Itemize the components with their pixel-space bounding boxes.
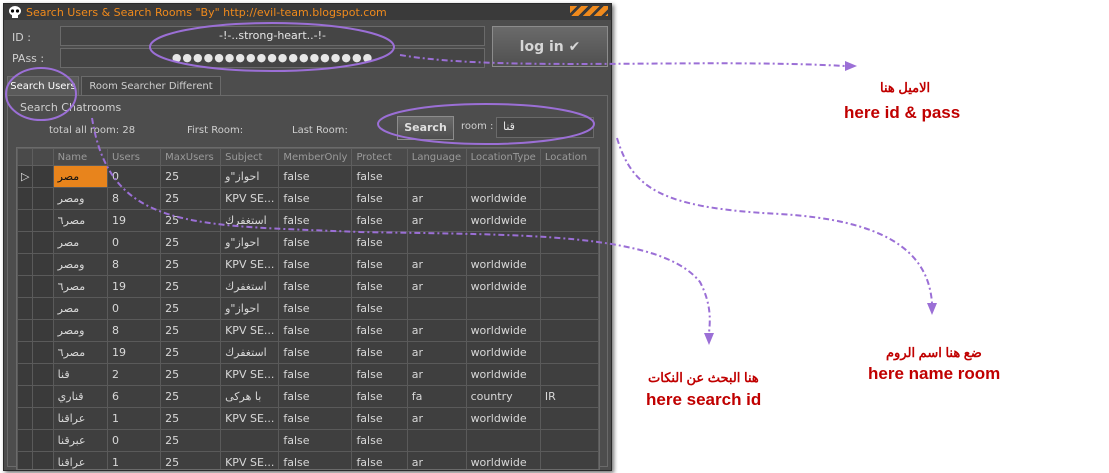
id-pass-arrow <box>399 54 846 67</box>
search-id-annotation-ar: هنا البحث عن النكات <box>648 370 759 385</box>
id-pass-annotation-ar: الاميل هنا <box>880 80 931 95</box>
search-users-highlight-circle <box>5 67 77 121</box>
room-annotation-en: here name room <box>868 364 1001 383</box>
search-id-arrow <box>91 117 711 334</box>
search-id-arrowhead <box>704 333 714 345</box>
annotation-overlay <box>5 22 937 345</box>
id-pass-highlight-circle <box>149 22 395 72</box>
id-pass-arrowhead <box>845 61 857 71</box>
room-annotation-ar: ضع هنا اسم الروم <box>886 345 982 360</box>
room-arrowhead <box>927 303 937 315</box>
search-id-annotation-en: here search id <box>646 390 762 409</box>
id-pass-annotation-en: here id & pass <box>844 103 961 122</box>
room-highlight-circle <box>377 103 595 145</box>
room-arrow <box>616 137 933 304</box>
